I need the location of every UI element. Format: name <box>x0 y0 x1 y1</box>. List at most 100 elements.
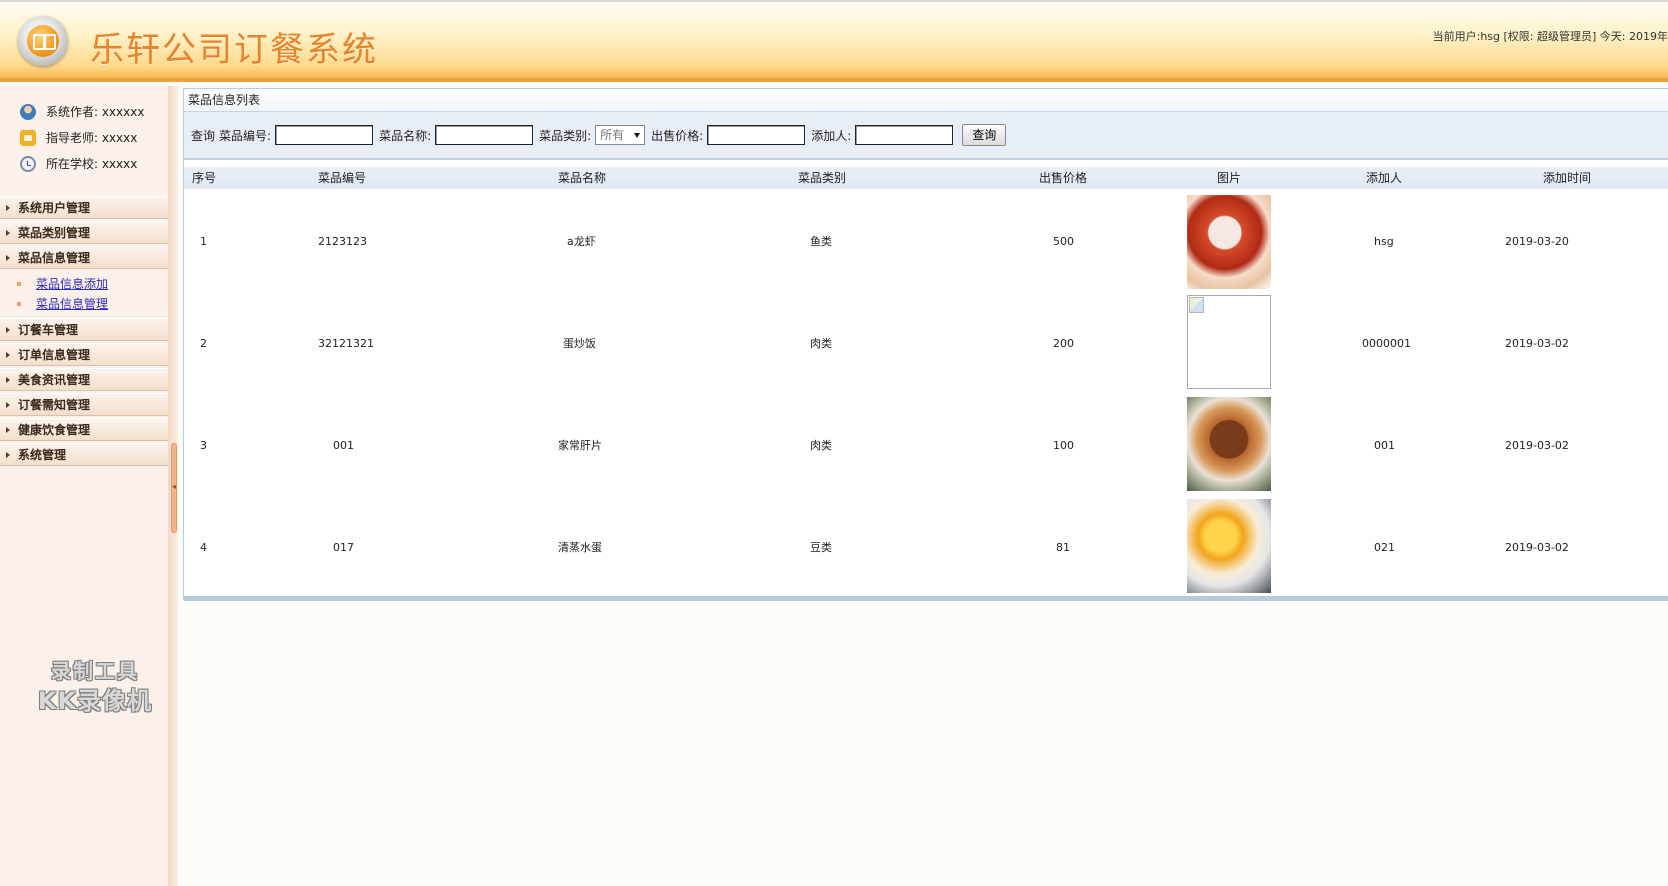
cell-category: 豆类 <box>810 541 832 554</box>
caret-right-icon <box>6 402 10 408</box>
dish-name-input[interactable] <box>435 125 534 145</box>
cell-index: 4 <box>200 541 207 554</box>
menu-dish-info-management[interactable]: 菜品信息管理 <box>0 246 168 269</box>
info-school-label: 所在学校: xxxxx <box>46 157 138 171</box>
cell-price: 200 <box>1053 337 1074 350</box>
price-input[interactable] <box>707 125 806 145</box>
col-name: 菜品名称 <box>558 171 607 185</box>
cell-time: 2019-03-02 <box>1505 541 1569 554</box>
cell-category: 肉类 <box>810 337 832 350</box>
dish-image-fries <box>1187 499 1271 593</box>
col-code: 菜品编号 <box>318 171 367 185</box>
cell-index: 1 <box>200 235 207 248</box>
dish-code-label: 菜品编号: <box>219 128 272 143</box>
menu-food-news-management[interactable]: 美食资讯管理 <box>0 368 168 391</box>
info-author-label: 系统作者: xxxxxx <box>46 105 145 119</box>
table-row: 4 017 清蒸水蛋 豆类 81 021 2019-03-02 <box>184 497 1668 599</box>
sidebar: 系统作者: xxxxxx 指导老师: xxxxx 所在学校: xxxxx 系统用… <box>0 86 168 886</box>
menu-order-management[interactable]: 订单信息管理 <box>0 343 168 366</box>
dish-category-selected: 所有 <box>600 128 625 142</box>
dish-name-label: 菜品名称: <box>379 128 432 143</box>
submenu-dish-info: 菜品信息添加 菜品信息管理 <box>0 271 168 318</box>
menu-healthy-diet-management[interactable]: 健康饮食管理 <box>0 418 168 441</box>
menu-system-management[interactable]: 系统管理 <box>0 443 168 466</box>
cell-time: 2019-03-20 <box>1505 235 1569 248</box>
dish-add-link[interactable]: 菜品信息添加 <box>36 277 108 291</box>
bullet-icon <box>17 302 21 306</box>
table-row: 1 2123123 a龙虾 鱼类 500 hsg 2019-03-20 <box>184 191 1668 293</box>
cell-category: 鱼类 <box>810 235 832 248</box>
caret-right-icon <box>6 230 10 236</box>
app-header: 乐轩公司订餐系统 当前用户:hsg [权限: 超级管理员] 今天: 2019年 <box>0 0 1668 82</box>
col-image: 图片 <box>1217 171 1242 185</box>
cell-time: 2019-03-02 <box>1505 439 1569 452</box>
info-school: 所在学校: xxxxx <box>20 156 144 182</box>
panel-title: 菜品信息列表 <box>184 89 1668 112</box>
cell-adder: 0000001 <box>1362 337 1411 350</box>
cell-index: 2 <box>200 337 207 350</box>
main-content: 菜品信息列表 查询 菜品编号: 菜品名称: 菜品类别: 所有 出售价格: 添加人… <box>183 88 1668 608</box>
search-prefix-label: 查询 <box>191 128 216 143</box>
cell-code: 2123123 <box>318 235 367 248</box>
adder-input[interactable] <box>855 125 954 145</box>
search-button[interactable]: 查询 <box>962 124 1007 146</box>
col-index: 序号 <box>192 171 217 185</box>
dish-category-select[interactable]: 所有 <box>595 125 646 145</box>
col-adder: 添加人 <box>1366 171 1403 185</box>
sidebar-collapse-handle[interactable]: ◂ <box>171 443 177 533</box>
caret-right-icon <box>6 327 10 333</box>
menu-label: 菜品类别管理 <box>18 226 91 240</box>
cell-name: 家常肝片 <box>558 439 602 452</box>
adder-label: 添加人: <box>811 128 852 143</box>
cell-code: 001 <box>333 439 354 452</box>
table-row: 2 32121321 蛋炒饭 肉类 200 0000001 2019-03-02 <box>184 293 1668 395</box>
cell-time: 2019-03-02 <box>1505 337 1569 350</box>
teacher-icon <box>20 130 36 146</box>
cell-adder: hsg <box>1374 235 1394 248</box>
menu-label: 订餐需知管理 <box>18 398 91 412</box>
cell-code: 017 <box>333 541 354 554</box>
dish-image-lobster <box>1187 195 1271 289</box>
cell-index: 3 <box>200 439 207 452</box>
menu-label: 健康饮食管理 <box>18 423 91 437</box>
dish-manage-link[interactable]: 菜品信息管理 <box>36 297 108 311</box>
menu-label: 系统用户管理 <box>18 201 91 215</box>
broken-image-icon <box>1187 295 1271 389</box>
cell-name: 清蒸水蛋 <box>558 541 602 554</box>
cell-adder: 021 <box>1374 541 1395 554</box>
collapse-arrow-icon: ◂ <box>172 482 177 491</box>
menu-ordering-notice-management[interactable]: 订餐需知管理 <box>0 393 168 416</box>
dish-code-input[interactable] <box>275 125 374 145</box>
sidebar-menu: 系统用户管理 菜品类别管理 菜品信息管理 菜品信息添加 菜品信息管理 订餐车管理 <box>0 196 168 468</box>
menu-dish-category-management[interactable]: 菜品类别管理 <box>0 221 168 244</box>
top-border <box>0 0 1668 2</box>
dish-list-panel: 菜品信息列表 查询 菜品编号: 菜品名称: 菜品类别: 所有 出售价格: 添加人… <box>183 88 1668 601</box>
menu-label: 菜品信息管理 <box>18 251 91 265</box>
watermark-line-2: KK录像机 <box>37 687 153 715</box>
col-category: 菜品类别 <box>798 171 847 185</box>
caret-right-icon <box>6 352 10 358</box>
search-form: 查询 菜品编号: 菜品名称: 菜品类别: 所有 出售价格: 添加人: 查询 <box>184 112 1668 160</box>
bullet-icon <box>17 282 21 286</box>
info-teacher: 指导老师: xxxxx <box>20 130 144 156</box>
info-author: 系统作者: xxxxxx <box>20 104 144 130</box>
recorder-watermark: 录制工具 KK录像机 <box>30 656 160 716</box>
menu-label: 订单信息管理 <box>18 348 91 362</box>
author-icon <box>20 104 36 120</box>
info-teacher-label: 指导老师: xxxxx <box>46 131 138 145</box>
school-icon <box>20 156 36 172</box>
dish-category-label: 菜品类别: <box>539 128 592 143</box>
menu-label: 系统管理 <box>18 448 67 462</box>
cell-name: 蛋炒饭 <box>563 337 596 350</box>
table-header: 序号 菜品编号 菜品名称 菜品类别 出售价格 图片 添加人 添加时间 <box>184 167 1668 189</box>
cell-price: 81 <box>1056 541 1070 554</box>
menu-user-management[interactable]: 系统用户管理 <box>0 196 168 219</box>
caret-right-icon <box>6 377 10 383</box>
cell-price: 500 <box>1053 235 1074 248</box>
caret-right-icon <box>6 427 10 433</box>
current-user-info: 当前用户:hsg [权限: 超级管理员] 今天: 2019年 <box>1432 30 1668 43</box>
panel-bottom-bar <box>184 596 1668 601</box>
menu-cart-management[interactable]: 订餐车管理 <box>0 318 168 341</box>
col-add-time: 添加时间 <box>1543 171 1592 185</box>
price-label: 出售价格: <box>651 128 704 143</box>
